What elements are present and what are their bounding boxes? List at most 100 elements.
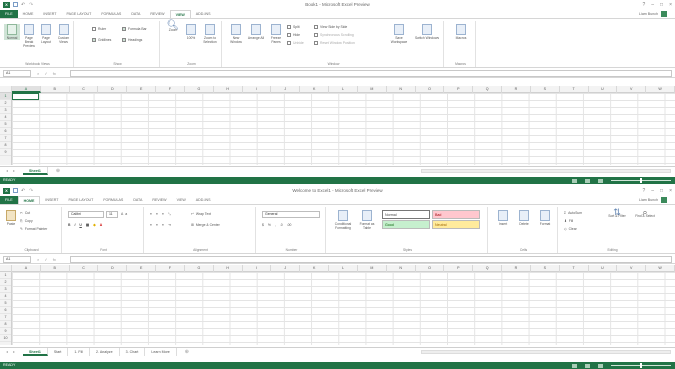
save-workspace-button[interactable]: Save Workspace	[387, 24, 411, 44]
maximize-icon[interactable]: □	[660, 188, 663, 194]
format-cells-button[interactable]: Format	[535, 210, 555, 226]
zoom-button[interactable]: 🔍︎ Zoom	[165, 21, 181, 33]
cancel-icon[interactable]: ×	[37, 257, 39, 262]
column-header-n[interactable]: N	[387, 265, 416, 272]
help-icon[interactable]: ?	[642, 2, 645, 8]
style-good[interactable]: Good	[382, 220, 430, 229]
cell-area[interactable]	[12, 93, 675, 165]
next-sheet-icon[interactable]: ▸	[13, 349, 15, 354]
select-all-corner[interactable]	[0, 265, 12, 272]
formula-input[interactable]	[70, 70, 672, 77]
formula-bar-checkbox[interactable]: Formula Bar	[122, 27, 147, 31]
column-header-s[interactable]: S	[531, 86, 560, 93]
gridlines-checkbox[interactable]: Gridlines	[92, 38, 111, 42]
column-header-v[interactable]: V	[617, 265, 647, 272]
column-header-b[interactable]: B	[41, 265, 70, 272]
row-header-7[interactable]: 7	[0, 314, 11, 321]
sheet-tab-fill[interactable]: 1. Fill	[68, 347, 91, 356]
column-header-a[interactable]: A	[12, 86, 41, 93]
custom-views-button[interactable]: Custom Views	[55, 24, 72, 44]
sheet-tab-chart[interactable]: 3. Chart	[120, 347, 146, 356]
tab-add-ins[interactable]: ADD-INS	[191, 196, 216, 204]
column-header-n[interactable]: N	[387, 86, 416, 93]
tab-formulas[interactable]: FORMULAS	[98, 196, 128, 204]
style-neutral[interactable]: Neutral	[432, 220, 480, 229]
column-header-w[interactable]: W	[646, 86, 675, 93]
align-top-icon[interactable]: ≡	[150, 212, 152, 216]
next-sheet-icon[interactable]: ▸	[13, 168, 15, 173]
name-box[interactable]: A1	[3, 69, 31, 77]
user-account[interactable]: Liam Bunch	[639, 11, 667, 17]
sheet-tab-sheet1[interactable]: Sheet1	[23, 347, 48, 356]
decrease-decimal-icon[interactable]: .00	[287, 223, 292, 227]
horizontal-scrollbar[interactable]	[421, 169, 671, 173]
column-header-l[interactable]: L	[329, 265, 358, 272]
function-icon[interactable]: fx	[53, 71, 56, 76]
column-header-s[interactable]: S	[531, 265, 560, 272]
column-header-d[interactable]: D	[98, 265, 128, 272]
column-header-h[interactable]: H	[214, 265, 243, 272]
maximize-icon[interactable]: □	[660, 2, 663, 8]
page-layout-icon[interactable]	[585, 178, 590, 183]
sheet-tab-analyze[interactable]: 2. Analyze	[90, 347, 120, 356]
column-header-w[interactable]: W	[646, 265, 675, 272]
number-format-select[interactable]: General	[262, 211, 320, 218]
row-header-8[interactable]: 8	[0, 321, 11, 328]
zoom-slider[interactable]	[611, 178, 671, 183]
horizontal-scrollbar[interactable]	[421, 350, 671, 354]
row-header-5[interactable]: 5	[0, 300, 11, 307]
font-color-icon[interactable]: A	[100, 223, 102, 227]
column-header-d[interactable]: D	[98, 86, 128, 93]
close-icon[interactable]: ×	[669, 188, 672, 194]
add-sheet-icon[interactable]: ⊕	[185, 349, 189, 355]
column-header-q[interactable]: Q	[473, 86, 503, 93]
prev-sheet-icon[interactable]: ◂	[6, 349, 8, 354]
align-left-icon[interactable]: ≡	[150, 223, 152, 227]
insert-cells-button[interactable]: Insert	[493, 210, 513, 226]
fill-color-icon[interactable]: ◆	[93, 223, 96, 227]
column-header-t[interactable]: T	[560, 265, 589, 272]
column-header-i[interactable]: I	[243, 265, 272, 272]
tab-page-layout[interactable]: PAGE LAYOUT	[62, 10, 97, 18]
currency-icon[interactable]: $	[262, 223, 264, 227]
page-break-preview-button[interactable]: Page Break Preview	[21, 24, 37, 48]
align-middle-icon[interactable]: ≡	[156, 212, 158, 216]
macros-button[interactable]: Macros	[451, 24, 471, 40]
format-as-table-button[interactable]: Format as Table	[356, 210, 378, 230]
row-header-4[interactable]: 4	[0, 114, 11, 121]
column-header-g[interactable]: G	[185, 265, 214, 272]
find-select-button[interactable]: ⌕ Find & Select	[632, 208, 658, 219]
column-header-m[interactable]: M	[358, 86, 387, 93]
page-break-icon[interactable]	[598, 178, 603, 183]
function-icon[interactable]: fx	[53, 257, 56, 262]
column-header-f[interactable]: F	[156, 86, 185, 93]
headings-checkbox[interactable]: Headings	[122, 38, 142, 42]
column-header-c[interactable]: C	[70, 265, 99, 272]
tab-review[interactable]: REVIEW	[145, 10, 169, 18]
column-header-q[interactable]: Q	[473, 265, 503, 272]
formula-input[interactable]	[70, 256, 672, 263]
freeze-panes-button[interactable]: Freeze Panes	[267, 24, 285, 44]
tab-formulas[interactable]: FORMULAS	[96, 10, 126, 18]
sort-filter-button[interactable]: ⇅ Sort & Filter	[604, 208, 630, 219]
hide-button[interactable]: Hide	[287, 33, 300, 37]
row-header-9[interactable]: 9	[0, 328, 11, 335]
align-bottom-icon[interactable]: ≡	[162, 212, 164, 216]
add-sheet-icon[interactable]: ⊕	[56, 168, 60, 174]
column-header-t[interactable]: T	[560, 86, 589, 93]
sheet-tab-start[interactable]: Start	[48, 347, 69, 356]
font-grow-shrink[interactable]: Aa	[121, 212, 127, 216]
column-header-j[interactable]: J	[271, 265, 301, 272]
tab-add-ins[interactable]: ADD-INS	[191, 10, 216, 18]
tab-insert[interactable]: INSERT	[38, 10, 61, 18]
column-header-i[interactable]: I	[243, 86, 272, 93]
minimize-icon[interactable]: –	[651, 2, 654, 8]
normal-view-icon[interactable]	[572, 363, 577, 368]
merge-center-button[interactable]: ⊞ Merge & Center	[191, 223, 220, 227]
copy-button[interactable]: ⎘ Copy	[20, 219, 33, 223]
tab-home[interactable]: HOME	[17, 196, 41, 204]
enter-icon[interactable]: ✓	[44, 71, 47, 76]
comma-icon[interactable]: ,	[275, 223, 276, 227]
close-icon[interactable]: ×	[669, 2, 672, 8]
enter-icon[interactable]: ✓	[44, 257, 47, 262]
